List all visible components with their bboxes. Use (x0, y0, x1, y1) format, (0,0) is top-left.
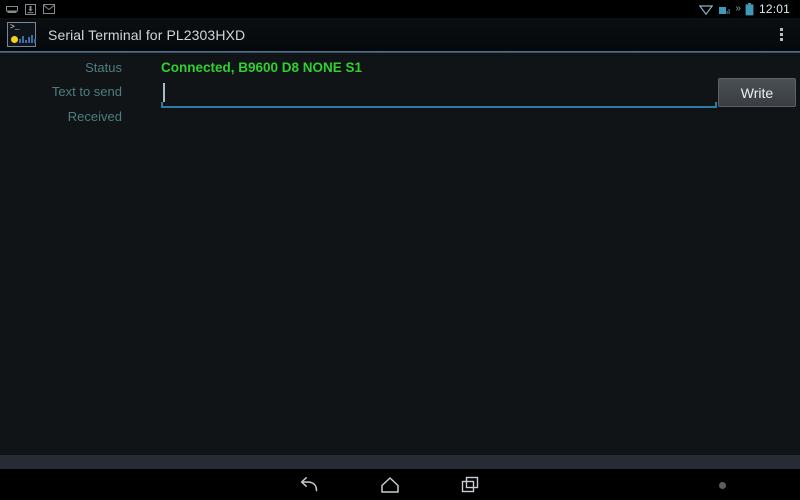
status-row: Status Connected, B9600 D8 NONE S1 (0, 59, 800, 76)
nav-back-button[interactable] (280, 469, 340, 500)
app-icon-prompt-glyph: >_ (10, 23, 20, 32)
app-action-bar: >_ Serial Terminal for PL2303HXD (0, 18, 800, 51)
serial-terminal-app-icon[interactable]: >_ (7, 22, 36, 47)
status-value: Connected, B9600 D8 NONE S1 (161, 60, 363, 75)
status-label: Status (85, 60, 122, 75)
wifi-icon (699, 4, 714, 15)
bottom-band (0, 455, 800, 469)
status-bar-system-icons: » 12:01 (699, 0, 794, 18)
text-to-send-field-wrapper[interactable] (161, 83, 717, 108)
nav-recents-button[interactable] (440, 469, 500, 500)
write-button[interactable]: Write (718, 78, 796, 107)
recent-apps-icon (461, 476, 479, 492)
text-cursor (163, 83, 165, 102)
status-bar-notification-icons (6, 3, 55, 15)
cellular-signal-icon (719, 6, 731, 14)
email-icon (43, 4, 55, 14)
system-status-bar: » 12:01 (0, 0, 800, 18)
status-bar-clock: 12:01 (758, 2, 790, 16)
text-to-send-input[interactable] (161, 83, 717, 105)
app-icon-led-dot (11, 36, 18, 43)
app-icon-bars (19, 35, 36, 43)
home-icon (381, 476, 399, 493)
download-icon (25, 3, 36, 15)
system-navigation-bar (0, 469, 800, 500)
battery-icon (745, 2, 754, 15)
more-notifications-icon: » (735, 3, 740, 14)
nav-home-button[interactable] (360, 469, 420, 500)
received-label: Received (67, 109, 122, 124)
text-to-send-row: Text to send (0, 83, 800, 108)
received-row: Received (0, 108, 800, 125)
usb-debug-icon (6, 6, 18, 13)
text-to-send-label: Text to send (51, 84, 122, 99)
nav-menu-dot-icon[interactable] (719, 482, 726, 489)
overflow-menu-icon[interactable] (768, 18, 794, 51)
main-content: Status Connected, B9600 D8 NONE S1 Text … (0, 53, 800, 455)
device-screen: » 12:01 >_ Serial Terminal for PL2303HXD… (0, 0, 800, 500)
back-arrow-icon (300, 476, 318, 491)
page-title: Serial Terminal for PL2303HXD (48, 26, 246, 43)
